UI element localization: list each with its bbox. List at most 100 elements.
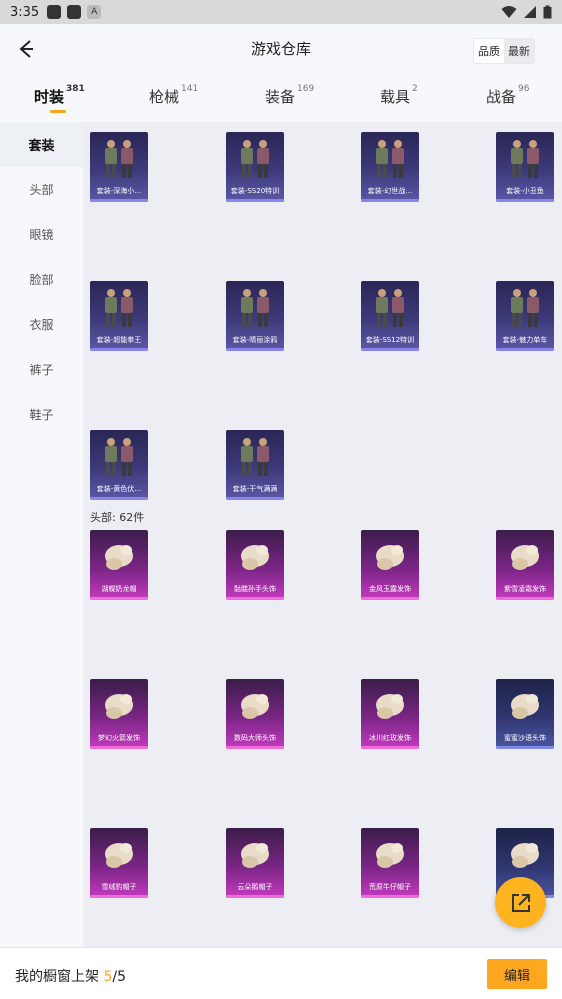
suit-item-card[interactable]: 套装-干气满满	[226, 430, 284, 500]
outfit-thumbnail	[241, 289, 269, 327]
rarity-bar	[90, 199, 148, 202]
tab-guns[interactable]: 枪械 141	[149, 84, 198, 107]
head-item-card[interactable]: 梦幻火箭发饰	[90, 679, 148, 749]
rarity-bar	[226, 199, 284, 202]
head-item-card[interactable]: 湖蝶奶龙帽	[90, 530, 148, 600]
sidebar-item-pants[interactable]: 裤子	[0, 347, 83, 392]
rarity-bar	[226, 597, 284, 600]
headwear-thumbnail	[105, 843, 133, 868]
suit-item-card[interactable]: 套装-深海小…	[90, 132, 148, 202]
headwear-thumbnail	[376, 545, 404, 570]
notification-icon	[67, 5, 82, 19]
suit-item-card[interactable]: 套装-晴丽涂鸦	[226, 281, 284, 351]
section-title-head: 头部: 62件	[90, 511, 145, 524]
item-label: 套装-超能拳王	[96, 336, 142, 344]
head-item-card[interactable]: 紫雪凌霜发饰	[496, 530, 554, 600]
sort-quality-button[interactable]: 品质	[474, 39, 504, 63]
sidebar-item-face[interactable]: 脸部	[0, 257, 83, 302]
category-tabs: 时装 381 枪械 141 装备 169 载具 2 战备 96	[0, 74, 562, 122]
rarity-bar	[226, 348, 284, 351]
active-tab-indicator	[50, 110, 66, 113]
rarity-bar	[226, 895, 284, 898]
item-label: 套装-晴丽涂鸦	[232, 336, 278, 344]
item-label: 梦幻火箭发饰	[98, 734, 140, 742]
sidebar-item-head[interactable]: 头部	[0, 167, 83, 212]
notification-icon	[47, 5, 62, 19]
edit-button[interactable]: 编辑	[487, 959, 547, 989]
item-label: 套装-黄色伏…	[96, 485, 142, 493]
suit-item-card[interactable]: 套装-SS12特训	[361, 281, 419, 351]
external-link-icon	[511, 893, 530, 912]
outfit-thumbnail	[105, 289, 133, 327]
headwear-thumbnail	[376, 694, 404, 719]
item-label: 数码大师头饰	[234, 734, 276, 742]
bottom-bar: 我的橱窗上架 5/5 编辑	[0, 947, 562, 999]
showcase-status: 我的橱窗上架 5/5	[15, 969, 127, 985]
rarity-bar	[361, 348, 419, 351]
rarity-bar	[361, 199, 419, 202]
item-label: 套装-SS12特训	[365, 336, 415, 344]
head-item-card[interactable]: 数码大师头饰	[226, 679, 284, 749]
rarity-bar	[90, 348, 148, 351]
item-label: 蜜蜜沙语头饰	[504, 734, 546, 742]
header: 游戏仓库 品质 最新	[0, 24, 562, 74]
suit-item-card[interactable]: 套装-黄色伏…	[90, 430, 148, 500]
item-label: 套装-魅力单车	[502, 336, 548, 344]
item-grid: 套装-深海小… 套装-SS20特训 套装-幻世战… 套装-小丑鱼套装-超能拳王 套装-晴…	[83, 122, 562, 947]
head-item-card[interactable]: 雪绒豹帽子	[90, 828, 148, 898]
outfit-thumbnail	[511, 289, 539, 327]
item-label: 套装-幻世战…	[367, 187, 413, 195]
tab-vehicles[interactable]: 载具 2	[380, 84, 418, 107]
head-item-card[interactable]: 蜜蜜沙语头饰	[496, 679, 554, 749]
item-label: 雪绒豹帽子	[101, 883, 137, 891]
rarity-bar	[90, 746, 148, 749]
head-item-card[interactable]: 骷髅孙手头饰	[226, 530, 284, 600]
rarity-bar	[361, 895, 419, 898]
sidebar-item-clothes[interactable]: 衣服	[0, 302, 83, 347]
head-item-card[interactable]: 金风玉露发饰	[361, 530, 419, 600]
wifi-icon	[501, 6, 517, 18]
item-label: 套装-深海小…	[96, 187, 142, 195]
rarity-bar	[226, 497, 284, 500]
headwear-thumbnail	[241, 694, 269, 719]
item-label: 湖蝶奶龙帽	[101, 585, 137, 593]
rarity-bar	[90, 895, 148, 898]
item-label: 套装-小丑鱼	[506, 187, 544, 195]
item-label: 套装-SS20特训	[230, 187, 280, 195]
headwear-thumbnail	[105, 545, 133, 570]
suit-item-card[interactable]: 套装-SS20特训	[226, 132, 284, 202]
sidebar-item-shoes[interactable]: 鞋子	[0, 392, 83, 437]
showcase-total: 5	[117, 969, 127, 985]
tab-fashion[interactable]: 时装 381	[34, 84, 85, 107]
sidebar-item-glasses[interactable]: 眼镜	[0, 212, 83, 257]
headwear-thumbnail	[105, 694, 133, 719]
tab-war-supplies[interactable]: 战备 96	[486, 84, 529, 107]
headwear-thumbnail	[241, 545, 269, 570]
suit-item-card[interactable]: 套装-小丑鱼	[496, 132, 554, 202]
outfit-thumbnail	[105, 140, 133, 178]
head-item-card[interactable]: 冰川红玫发饰	[361, 679, 419, 749]
sort-toggle[interactable]: 品质 最新	[473, 38, 535, 64]
headwear-thumbnail	[376, 843, 404, 868]
headwear-thumbnail	[511, 545, 539, 570]
suit-item-card[interactable]: 套装-幻世战…	[361, 132, 419, 202]
headwear-thumbnail	[511, 843, 539, 868]
sidebar-item-suit[interactable]: 套装	[0, 122, 83, 167]
item-label: 骷髅孙手头饰	[234, 585, 276, 593]
suit-item-card[interactable]: 套装-超能拳王	[90, 281, 148, 351]
outfit-thumbnail	[376, 140, 404, 178]
head-item-card[interactable]: 荒原牛仔帽子	[361, 828, 419, 898]
outfit-thumbnail	[105, 438, 133, 476]
app-a-icon: A	[87, 5, 102, 19]
rarity-bar	[226, 746, 284, 749]
sort-latest-button[interactable]: 最新	[504, 39, 534, 63]
head-item-card[interactable]: 云朵鹅帽子	[226, 828, 284, 898]
headwear-thumbnail	[241, 843, 269, 868]
tab-equipment[interactable]: 装备 169	[265, 84, 314, 107]
outfit-thumbnail	[511, 140, 539, 178]
share-button[interactable]	[495, 877, 546, 928]
rarity-bar	[496, 199, 554, 202]
item-label: 云朵鹅帽子	[237, 883, 273, 891]
headwear-thumbnail	[511, 694, 539, 719]
suit-item-card[interactable]: 套装-魅力单车	[496, 281, 554, 351]
